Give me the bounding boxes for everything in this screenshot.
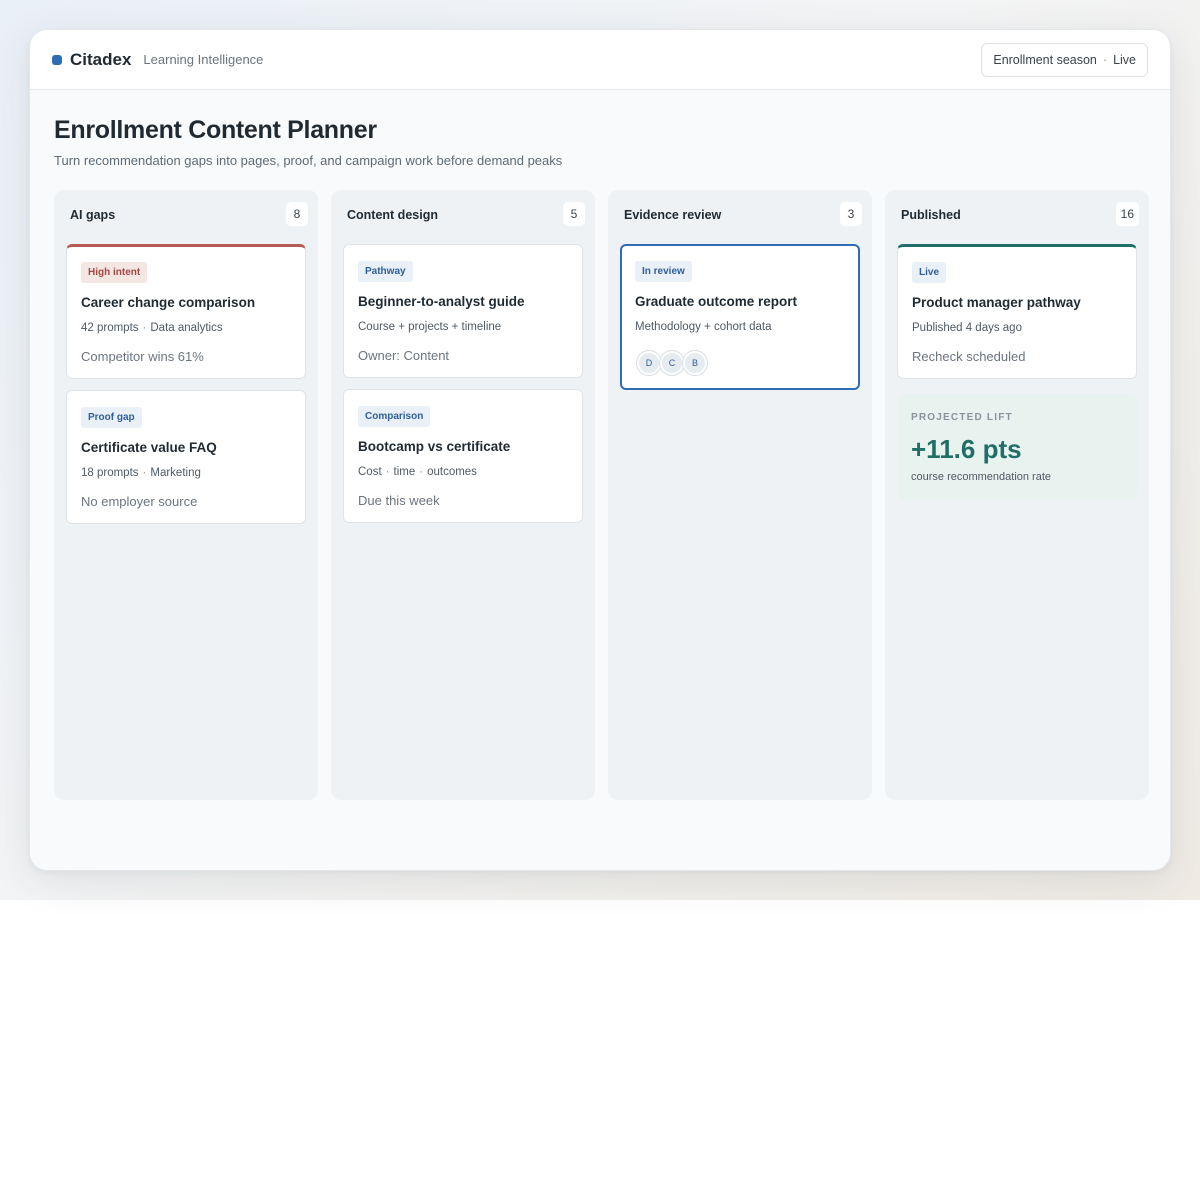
column-ai-gaps: AI gaps 8 High intent Career change comp… [54,190,318,800]
card-bootcamp-vs-certificate[interactable]: Comparison Bootcamp vs certificate Cost ·… [343,389,583,523]
column-header: Evidence review 3 [620,202,862,244]
card-title: Beginner-to-analyst guide [358,294,525,309]
card-title: Product manager pathway [912,295,1081,310]
page-title: Enrollment Content Planner [54,116,377,144]
separator-dot: · [419,466,424,478]
card-career-change-comparison[interactable]: High intent Career change comparison 42 … [66,244,306,379]
column-header: AI gaps 8 [66,202,308,244]
column-title: AI gaps [70,208,116,222]
column-count-badge: 5 [563,202,585,226]
enrollment-season-button[interactable]: Enrollment season · Live [981,42,1148,77]
column-title: Published [901,208,961,222]
in-review-badge: In review [635,261,692,282]
main-content: Enrollment Content Planner Turn recommen… [30,90,1170,800]
card-meta: 42 prompts · Data analytics [81,322,291,334]
column-title: Content design [347,208,438,222]
app-window: Citadex Learning Intelligence Enrollment… [29,29,1171,871]
card-title: Bootcamp vs certificate [358,439,511,454]
separator-dot: · [142,467,147,479]
separator-dot: · [385,466,390,478]
column-published: Published 16 Live Product manager pathwa… [885,190,1149,800]
card-footnote: Due this week [358,493,440,508]
card-certificate-value-faq[interactable]: Proof gap Certificate value FAQ 18 promp… [66,390,306,524]
avatar[interactable]: B [683,351,707,375]
card-meta: Cost · time · outcomes [358,466,568,478]
card-title: Certificate value FAQ [81,440,217,455]
kanban-board: AI gaps 8 High intent Career change comp… [54,190,1149,800]
projected-lift-label: PROJECTED LIFT [911,412,1013,423]
live-badge: Live [912,262,947,283]
season-status: Live [1113,52,1136,67]
column-evidence-review: Evidence review 3 In review Graduate out… [608,190,872,800]
brand-name: Citadex [70,49,132,69]
card-footnote: Competitor wins 61% [81,349,204,364]
card-title: Career change comparison [81,295,256,310]
card-product-manager-pathway[interactable]: Live Product manager pathway Published 4… [897,244,1137,379]
card-footnote: Owner: Content [358,348,450,363]
high-intent-badge: High intent [81,262,148,283]
brand-logo-icon [52,54,62,65]
pathway-badge: Pathway [358,261,413,282]
column-count-badge: 16 [1115,202,1139,226]
reviewer-avatars: D C B [635,351,845,375]
column-count-badge: 3 [840,202,862,226]
column-title: Evidence review [624,208,722,222]
page-subtitle: Turn recommendation gaps into pages, pro… [54,153,563,168]
column-header: Published 16 [897,202,1139,244]
prompt-count: 42 prompts [81,322,139,334]
column-count-badge: 8 [286,202,308,226]
season-label: Enrollment season [993,52,1097,67]
avatar[interactable]: D [637,351,661,375]
meta-cost: Cost [358,466,382,478]
comparison-badge: Comparison [358,406,431,427]
card-title: Graduate outcome report [635,294,798,309]
projected-lift-value: +11.6 pts [911,434,1022,464]
card-topic: Data analytics [150,322,223,334]
avatar[interactable]: C [660,351,684,375]
separator-dot: · [1102,52,1108,67]
card-graduate-outcome-report[interactable]: In review Graduate outcome report Method… [620,244,860,390]
card-footnote: No employer source [81,494,198,509]
brand-tagline: Learning Intelligence [143,52,264,67]
card-meta: Course + projects + timeline [358,321,502,333]
proof-gap-badge: Proof gap [81,407,142,428]
projected-lift-description: course recommendation rate [911,471,1052,483]
prompt-count: 18 prompts [81,467,139,479]
card-beginner-to-analyst-guide[interactable]: Pathway Beginner-to-analyst guide Course… [343,244,583,378]
card-meta: Published 4 days ago [912,322,1022,334]
column-header: Content design 5 [343,202,585,244]
card-meta: 18 prompts · Marketing [81,467,291,479]
meta-outcomes: outcomes [427,466,477,478]
projected-lift-panel: PROJECTED LIFT +11.6 pts course recommen… [897,394,1137,501]
card-footnote: Recheck scheduled [912,349,1026,364]
top-bar: Citadex Learning Intelligence Enrollment… [30,30,1170,90]
card-topic: Marketing [150,467,201,479]
column-content-design: Content design 5 Pathway Beginner-to-ana… [331,190,595,800]
card-meta: Methodology + cohort data [635,321,772,333]
separator-dot: · [142,322,147,334]
meta-time: time [393,466,416,478]
